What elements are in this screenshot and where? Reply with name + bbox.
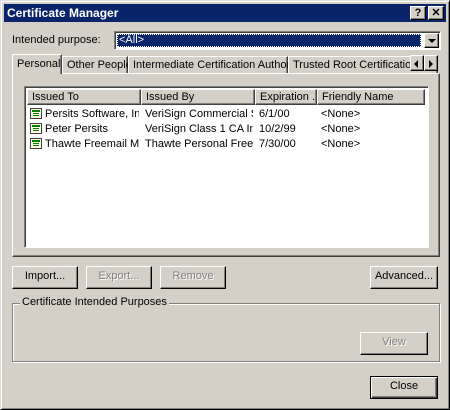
group-title: Certificate Intended Purposes <box>20 296 169 308</box>
export-button[interactable]: Export... <box>86 266 152 289</box>
friendly-name-cell: <None> <box>321 123 361 135</box>
import-button[interactable]: Import... <box>12 266 78 289</box>
table-row[interactable]: Peter Persits VeriSign Class 1 CA In... … <box>27 122 425 137</box>
help-button[interactable]: ? <box>410 6 426 20</box>
chevron-down-icon <box>428 39 436 43</box>
issued-to-cell: Peter Persits <box>45 123 108 135</box>
issued-to-cell: Persits Software, Inc. <box>45 108 139 120</box>
friendly-name-cell: <None> <box>321 138 361 150</box>
intended-purpose-label: Intended purpose: <box>12 34 101 46</box>
issued-by-cell: Thawte Personal Free... <box>145 138 253 150</box>
issued-to-cell: Thawte Freemail Me... <box>45 138 139 150</box>
intended-purpose-value: <All> <box>117 34 421 47</box>
expiration-cell: 10/2/99 <box>259 123 296 135</box>
issued-by-cell: VeriSign Commercial S... <box>145 108 253 120</box>
dropdown-button[interactable] <box>424 33 439 48</box>
column-header-issued-to[interactable]: Issued To <box>27 89 141 105</box>
certificate-icon <box>30 138 42 149</box>
certificate-icon <box>30 123 42 134</box>
tab-scroll-left-button[interactable] <box>410 55 424 71</box>
tab-strip: Personal Other People Intermediate Certi… <box>12 54 438 74</box>
friendly-name-cell: <None> <box>321 108 361 120</box>
advanced-button[interactable]: Advanced... <box>370 266 438 289</box>
close-button[interactable]: Close <box>370 376 438 399</box>
close-icon[interactable]: ✕ <box>428 6 444 20</box>
intended-purpose-select[interactable]: <All> <box>114 31 441 50</box>
table-row[interactable]: Persits Software, Inc. VeriSign Commerci… <box>27 107 425 122</box>
arrow-left-icon <box>414 60 418 68</box>
certificate-list[interactable]: Issued To Issued By Expiration ... Frien… <box>24 86 429 248</box>
issued-by-cell: VeriSign Class 1 CA In... <box>145 123 253 135</box>
column-header-friendly-name[interactable]: Friendly Name <box>317 89 425 105</box>
tab-scroll-right-button[interactable] <box>424 55 438 71</box>
expiration-cell: 7/30/00 <box>259 138 296 150</box>
tab-other-people[interactable]: Other People <box>62 56 132 74</box>
certificate-icon <box>30 108 42 119</box>
tab-personal[interactable]: Personal <box>12 54 62 74</box>
remove-button[interactable]: Remove <box>160 266 226 289</box>
table-row[interactable]: Thawte Freemail Me... Thawte Personal Fr… <box>27 137 425 152</box>
expiration-cell: 6/1/00 <box>259 108 290 120</box>
window-title: Certificate Manager <box>7 6 119 20</box>
column-header-expiration[interactable]: Expiration ... <box>255 89 317 105</box>
title-bar[interactable]: Certificate Manager ? ✕ <box>4 4 446 22</box>
view-button[interactable]: View <box>360 332 428 355</box>
column-header-issued-by[interactable]: Issued By <box>141 89 255 105</box>
tab-intermediate-ca[interactable]: Intermediate Certification Authorities <box>128 56 310 74</box>
arrow-right-icon <box>429 60 433 68</box>
